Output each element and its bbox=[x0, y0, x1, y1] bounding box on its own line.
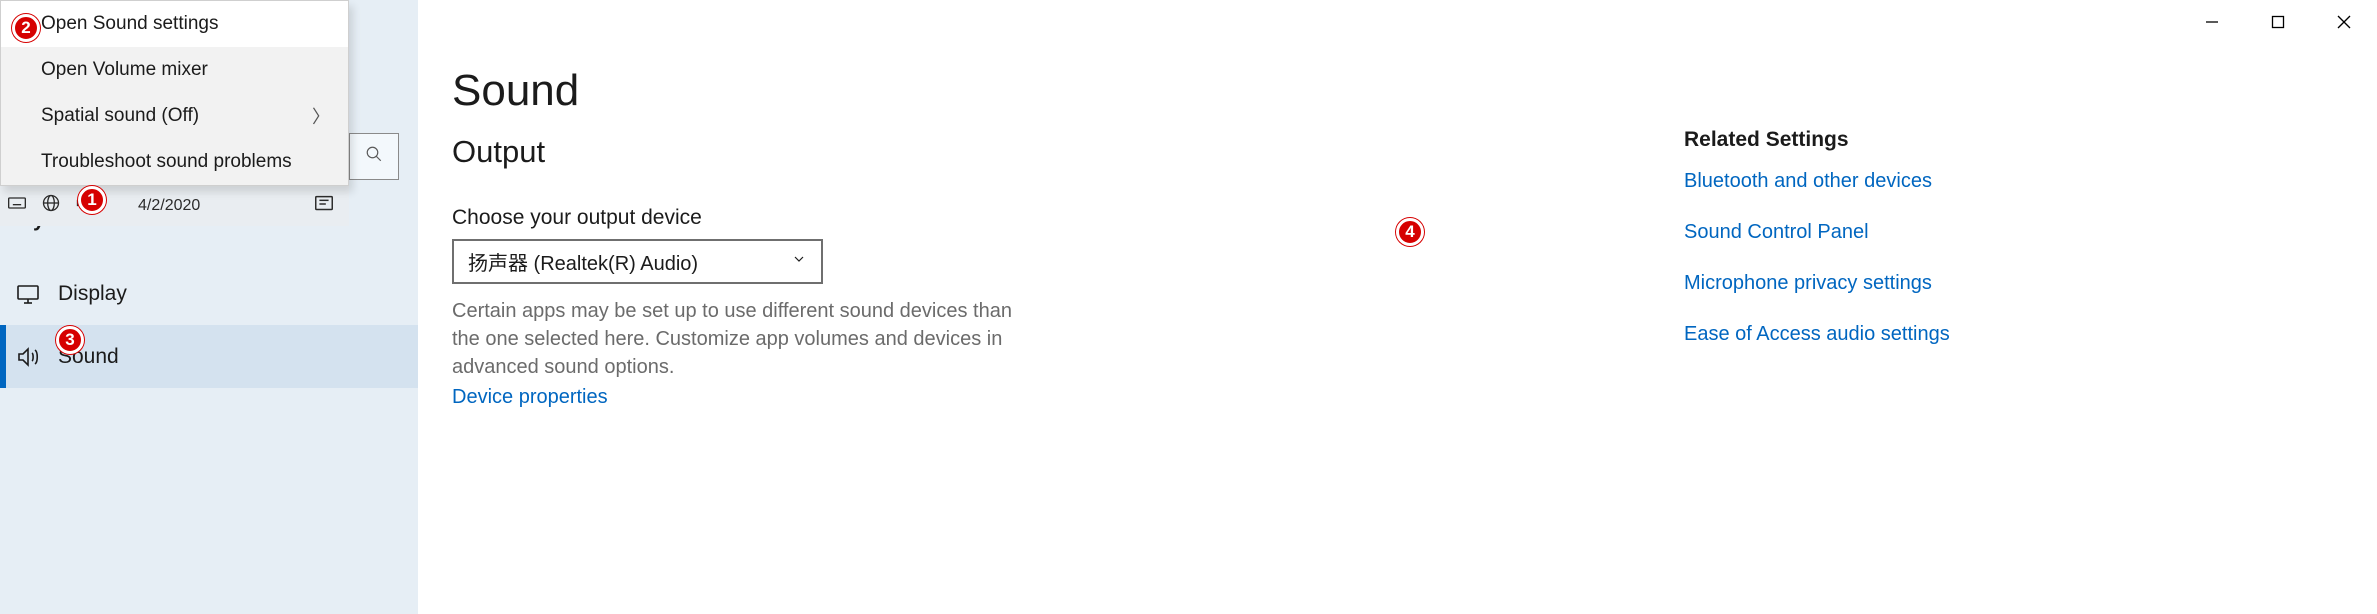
step-badge-1: 1 bbox=[78, 186, 106, 214]
step-badge-2: 2 bbox=[12, 14, 40, 42]
search-button[interactable] bbox=[349, 133, 399, 180]
output-hint-text: Certain apps may be set up to use differ… bbox=[452, 297, 1042, 381]
chevron-right-icon: 〉 bbox=[312, 103, 330, 129]
notification-icon[interactable] bbox=[313, 202, 335, 219]
window-controls bbox=[2179, 0, 2377, 44]
device-properties-link[interactable]: Device properties bbox=[452, 386, 608, 409]
ctx-open-sound-settings[interactable]: Open Sound settings bbox=[1, 1, 348, 47]
output-device-value: 扬声器 (Realtek(R) Audio) bbox=[468, 247, 698, 276]
ctx-open-volume-mixer[interactable]: Open Volume mixer bbox=[1, 47, 348, 93]
keyboard-icon[interactable] bbox=[6, 193, 28, 218]
step-badge-3: 3 bbox=[56, 326, 84, 354]
link-microphone-privacy[interactable]: Microphone privacy settings bbox=[1684, 272, 1994, 295]
link-bluetooth-devices[interactable]: Bluetooth and other devices bbox=[1684, 170, 1994, 193]
ctx-troubleshoot-sound[interactable]: Troubleshoot sound problems bbox=[1, 139, 348, 185]
settings-main: Sound Output Choose your output device 扬… bbox=[452, 0, 2377, 614]
ctx-item-label: Open Sound settings bbox=[41, 13, 218, 35]
sidebar-item-display[interactable]: Display bbox=[0, 262, 418, 325]
sound-context-menu: Open Sound settings Open Volume mixer Sp… bbox=[0, 0, 349, 186]
section-output-heading: Output bbox=[452, 134, 545, 170]
sound-icon bbox=[16, 345, 58, 369]
ctx-item-label: Troubleshoot sound problems bbox=[41, 151, 292, 173]
link-sound-control-panel[interactable]: Sound Control Panel bbox=[1684, 221, 1994, 244]
choose-output-label: Choose your output device bbox=[452, 206, 702, 230]
ctx-item-label: Spatial sound (Off) bbox=[41, 105, 199, 127]
minimize-button[interactable] bbox=[2179, 0, 2245, 44]
link-ease-of-access-audio[interactable]: Ease of Access audio settings bbox=[1684, 323, 1994, 346]
related-heading: Related Settings bbox=[1684, 128, 1994, 152]
related-settings: Related Settings Bluetooth and other dev… bbox=[1684, 128, 1994, 374]
page-title: Sound bbox=[452, 66, 579, 116]
network-icon[interactable] bbox=[40, 193, 62, 218]
sidebar-item-label: Display bbox=[58, 282, 127, 306]
output-device-select[interactable]: 扬声器 (Realtek(R) Audio) bbox=[452, 239, 823, 284]
close-button[interactable] bbox=[2311, 0, 2377, 44]
step-badge-4: 4 bbox=[1396, 218, 1424, 246]
ctx-spatial-sound[interactable]: Spatial sound (Off) 〉 bbox=[1, 93, 348, 139]
chevron-down-icon bbox=[791, 250, 807, 273]
maximize-button[interactable] bbox=[2245, 0, 2311, 44]
display-icon bbox=[16, 282, 58, 306]
taskbar-date[interactable]: 4/2/2020 bbox=[138, 197, 200, 215]
search-icon bbox=[365, 145, 383, 168]
ctx-item-label: Open Volume mixer bbox=[41, 59, 208, 81]
taskbar: 4/2/2020 bbox=[0, 184, 349, 226]
